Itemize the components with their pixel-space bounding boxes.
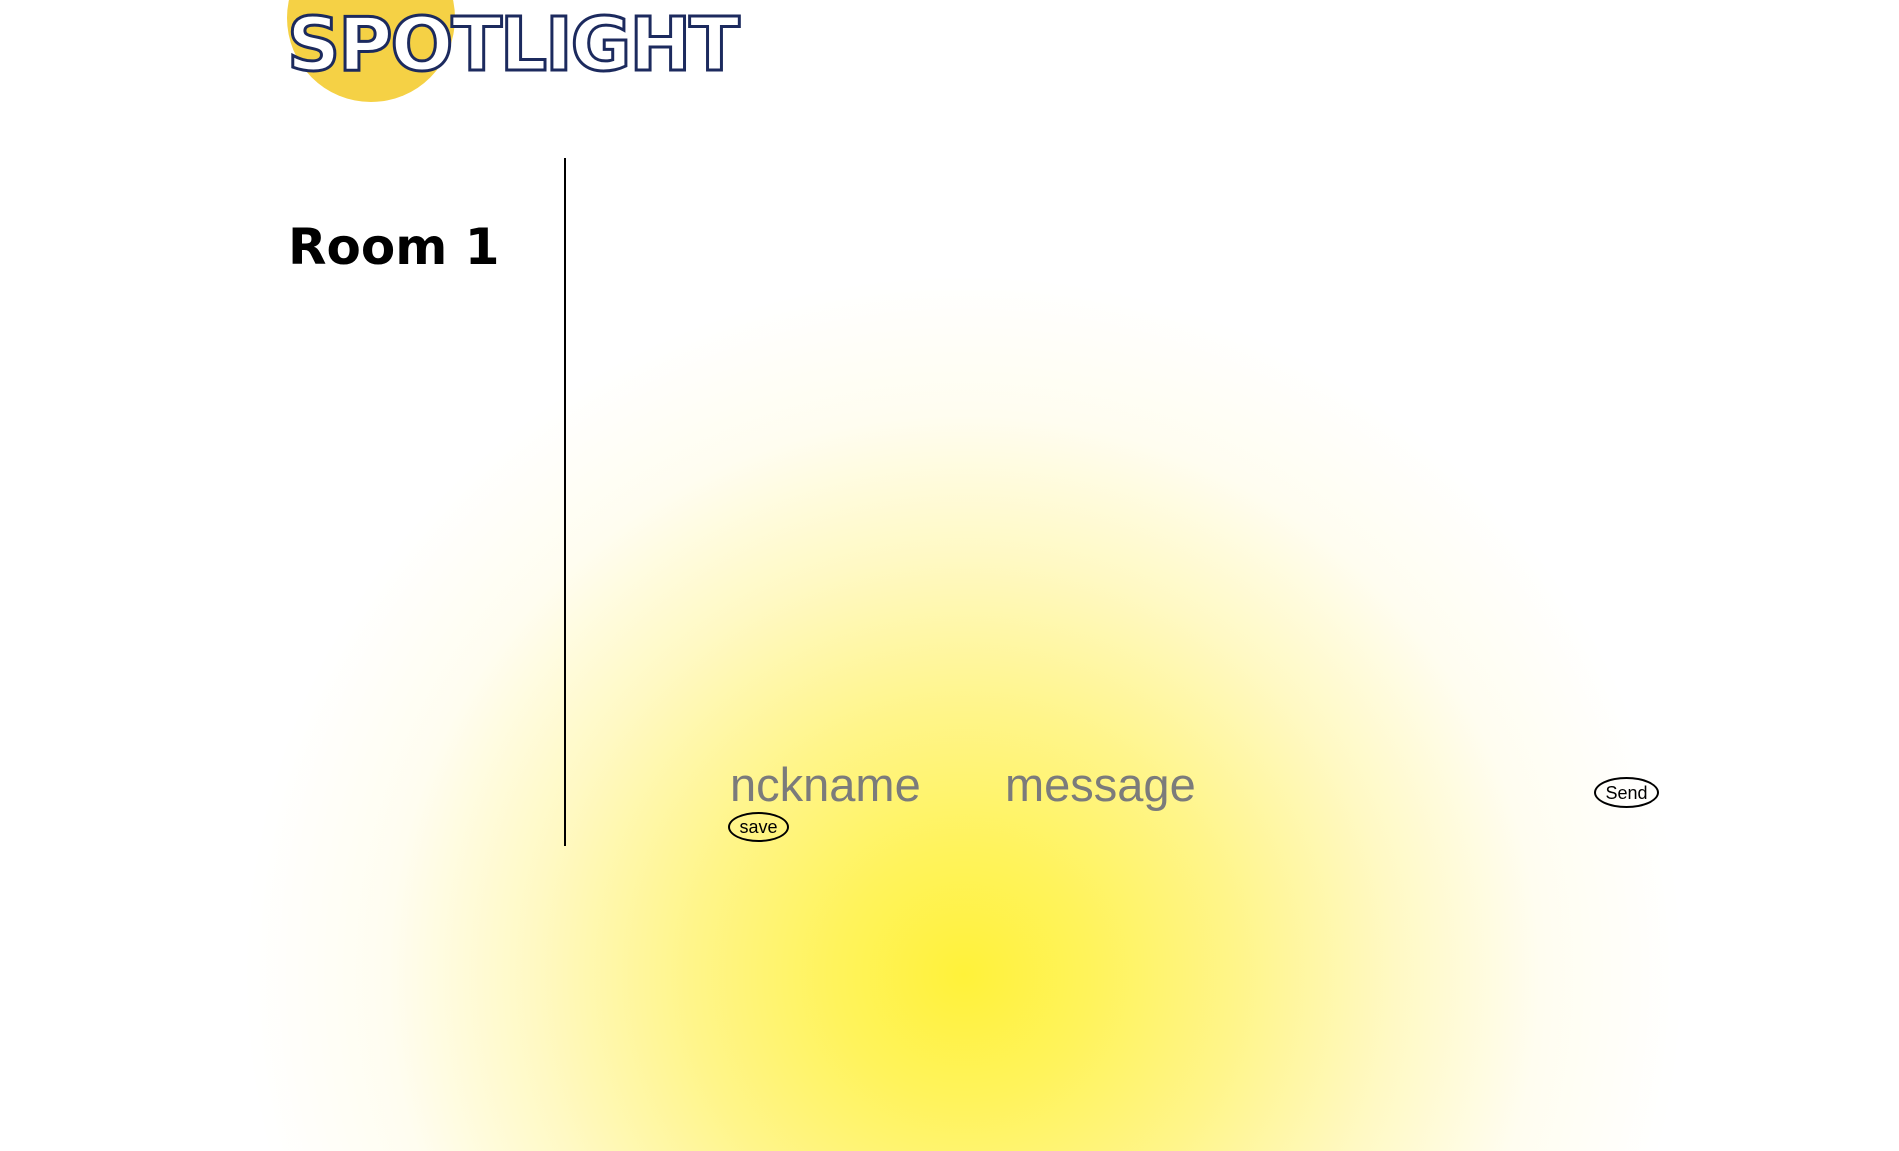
message-input[interactable] — [1005, 756, 1565, 812]
send-button[interactable]: Send — [1594, 777, 1659, 808]
room-title: Room 1 — [288, 218, 500, 276]
chat-page: SPOTLIGHT Room 1 save Send — [0, 0, 1899, 1151]
spotlight-logo: SPOTLIGHT — [286, 0, 741, 110]
logo-text: SPOTLIGHT — [286, 2, 742, 88]
sidebar-divider — [564, 158, 566, 846]
nickname-input[interactable] — [730, 756, 960, 812]
save-nickname-button[interactable]: save — [728, 812, 789, 842]
